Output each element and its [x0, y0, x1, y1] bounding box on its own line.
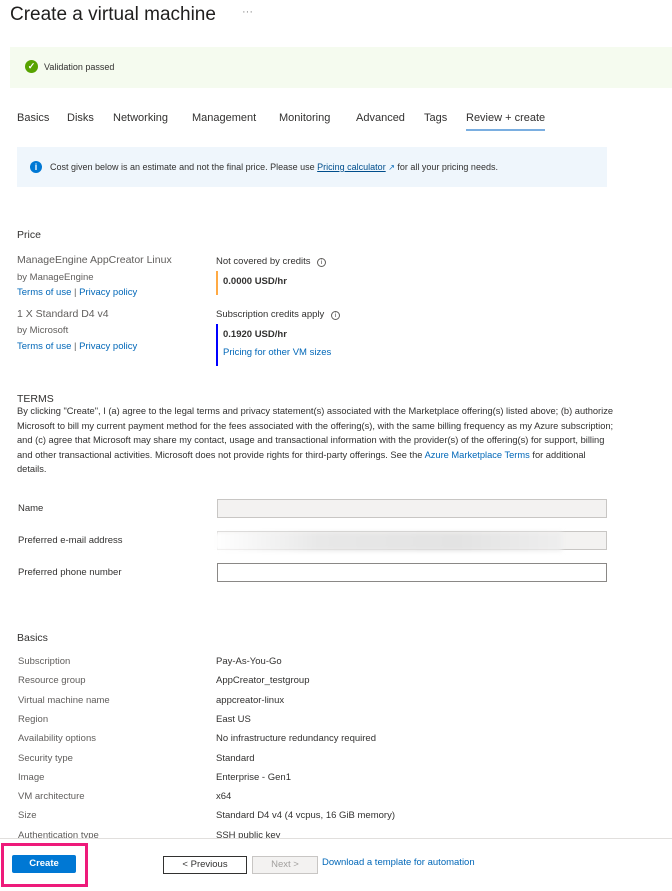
summary-value: Standard D4 v4 (4 vcpus, 16 GiB memory): [216, 810, 395, 822]
validation-text: Validation passed: [44, 62, 115, 72]
tab-basics[interactable]: Basics: [17, 112, 49, 124]
product-name: 1 X Standard D4 v4: [17, 308, 109, 320]
price-amount: 0.0000 USD/hr: [223, 276, 287, 287]
tab-review-create[interactable]: Review + create: [466, 112, 546, 131]
name-label: Name: [18, 503, 44, 514]
summary-value: appcreator-linux: [216, 694, 285, 706]
terms-of-use-link[interactable]: Terms of use: [17, 287, 71, 298]
terms-of-use-link[interactable]: Terms of use: [17, 341, 71, 352]
summary-key: Security type: [18, 752, 73, 764]
privacy-policy-link[interactable]: Privacy policy: [79, 287, 137, 298]
summary-value: x64: [216, 791, 232, 803]
summary-row: Size Standard D4 v4 (4 vcpus, 16 GiB memo…: [18, 810, 618, 829]
summary-key: Resource group: [18, 675, 86, 687]
summary-row: Image Enterprise - Gen1: [18, 772, 618, 791]
tab-disks[interactable]: Disks: [67, 112, 94, 124]
tab-networking[interactable]: Networking: [113, 112, 168, 124]
product-publisher: by Microsoft: [17, 325, 69, 336]
next-button: Next >: [252, 856, 318, 874]
summary-key: VM architecture: [18, 791, 85, 803]
summary-key: Region: [18, 713, 49, 725]
download-template-link[interactable]: Download a template for automation: [322, 857, 475, 868]
info-text-end: for all your pricing needs.: [394, 162, 498, 172]
product-publisher: by ManageEngine: [17, 272, 94, 283]
summary-key: Virtual machine name: [18, 694, 110, 706]
separator: |: [74, 287, 77, 298]
summary-row: Subscription Pay-As-You-Go: [18, 656, 618, 675]
name-input[interactable]: [217, 499, 607, 518]
check-circle-icon: ✓: [25, 60, 38, 73]
summary-row: Virtual machine name appcreator-linux: [18, 695, 618, 714]
summary-value: Standard: [216, 752, 255, 764]
info-icon: i: [30, 161, 42, 173]
tab-advanced[interactable]: Advanced: [356, 112, 405, 124]
email-label: Preferred e-mail address: [18, 535, 123, 546]
external-link-icon: ↗: [388, 163, 395, 172]
summary-row: Availability options No infrastructure re…: [18, 733, 618, 752]
separator: |: [74, 341, 77, 352]
summary-row: VM architecture x64: [18, 791, 618, 810]
summary-value: No infrastructure redundancy required: [216, 733, 377, 745]
info-text: Cost given below is an estimate and not …: [50, 162, 318, 172]
summary-value: Pay-As-You-Go: [216, 656, 282, 667]
summary-value: East US: [216, 713, 251, 725]
phone-label: Preferred phone number: [18, 567, 122, 578]
page-title: Create a virtual machine: [10, 4, 216, 25]
tab-tags[interactable]: Tags: [424, 112, 447, 124]
product-name: ManageEngine AppCreator Linux: [17, 254, 172, 266]
summary-key: Subscription: [18, 656, 71, 667]
credit-status: Subscription credits apply: [216, 309, 325, 320]
price-heading: Price: [17, 229, 41, 241]
redacted-email-overlay: [214, 532, 562, 551]
previous-button[interactable]: < Previous: [163, 856, 247, 874]
more-options-button[interactable]: ···: [242, 6, 253, 18]
info-circle-icon[interactable]: i: [330, 311, 340, 320]
pricing-calculator-link[interactable]: Pricing calculator: [317, 162, 386, 172]
tab-monitoring[interactable]: Monitoring: [279, 112, 330, 124]
summary-value: Enterprise - Gen1: [216, 771, 291, 783]
summary-key: Size: [18, 810, 37, 822]
marketplace-terms-link[interactable]: Azure Marketplace Terms: [425, 450, 530, 460]
credit-status: Not covered by credits: [216, 256, 311, 267]
info-banner: i Cost given below is an estimate and no…: [17, 147, 607, 187]
summary-row: Region East US: [18, 714, 618, 733]
basics-heading: Basics: [17, 632, 48, 644]
tab-management[interactable]: Management: [192, 112, 256, 124]
privacy-policy-link[interactable]: Privacy policy: [79, 341, 137, 352]
price-bar: [216, 271, 218, 295]
phone-input[interactable]: [217, 563, 607, 582]
summary-value: AppCreator_testgroup: [216, 675, 310, 687]
summary-row: Security type Standard: [18, 753, 618, 772]
price-bar: [216, 324, 218, 366]
info-circle-icon[interactable]: i: [317, 258, 327, 267]
summary-key: Availability options: [18, 733, 96, 745]
price-amount: 0.1920 USD/hr: [223, 329, 287, 340]
summary-key: Image: [18, 771, 45, 783]
validation-banner: ✓ Validation passed: [10, 47, 672, 88]
pricing-other-sizes-link[interactable]: Pricing for other VM sizes: [223, 347, 331, 358]
summary-row: Resource group AppCreator_testgroup: [18, 675, 618, 694]
highlight-box: [1, 843, 88, 887]
